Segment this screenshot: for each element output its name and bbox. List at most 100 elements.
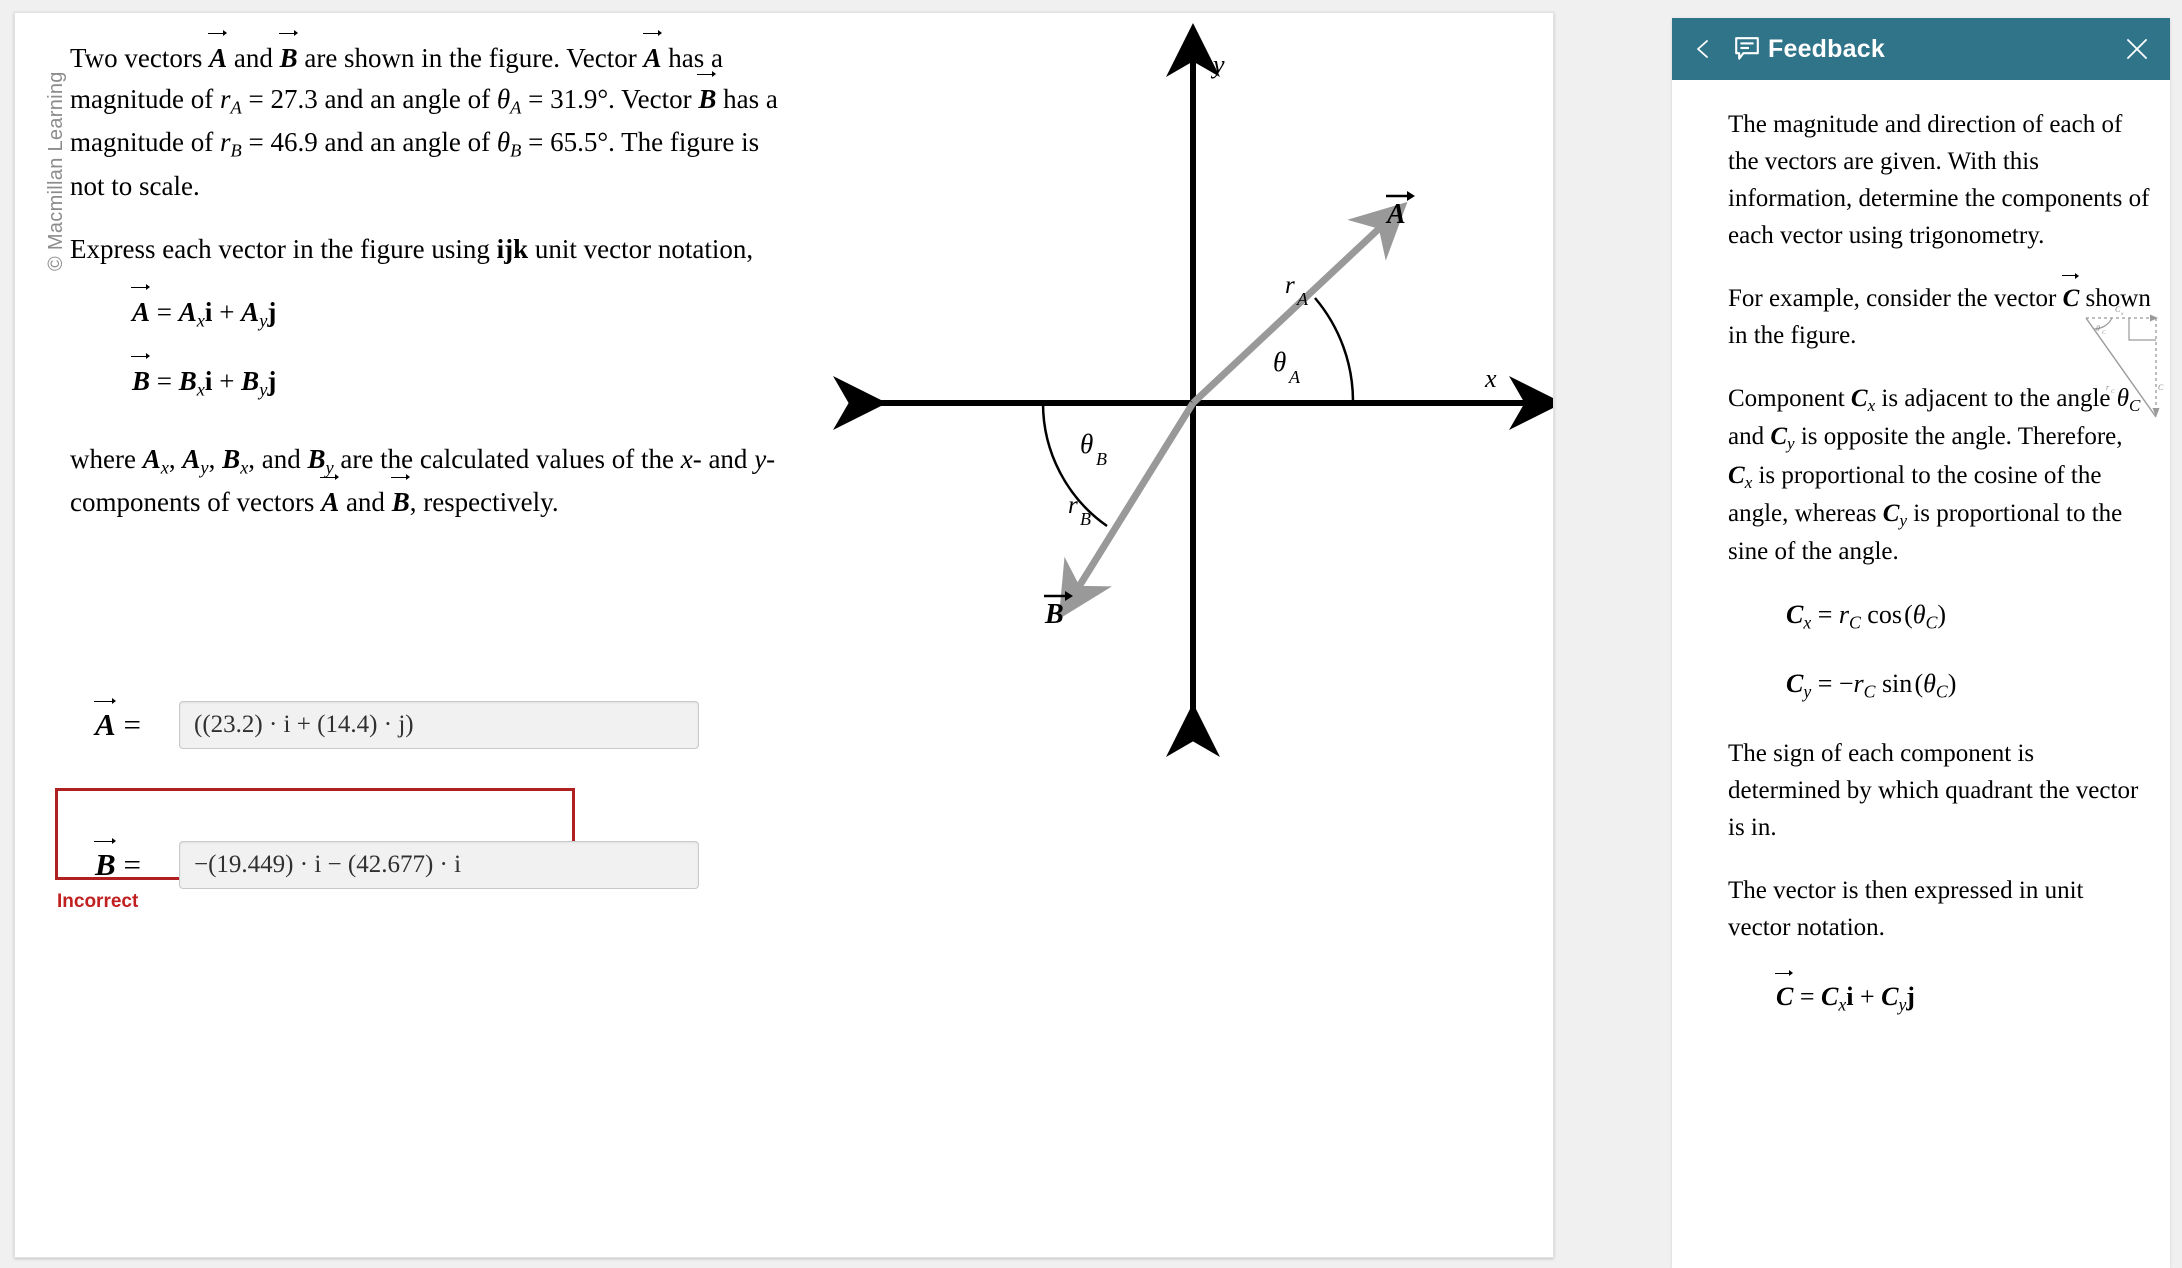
eq-b-bx: B <box>178 366 197 397</box>
equation-vector-c: C = Cxi + Cyj <box>1728 970 2152 1017</box>
vector-b-label-group: B <box>1044 591 1073 630</box>
theta-b-value: 65.5° <box>550 127 609 158</box>
vector-b-symbol: B <box>278 29 298 79</box>
eq-b-by: B <box>241 366 260 397</box>
answer-a-label: A = <box>94 697 141 742</box>
eq-b-vec: B <box>130 353 151 402</box>
eq-a-ax-sub: x <box>196 310 205 331</box>
theta-a-value: 31.9° <box>550 84 609 115</box>
problem-where-clause: where Ax, Ay, Bx, and By are the calcula… <box>70 439 780 523</box>
text-where: where <box>70 443 143 474</box>
feedback-header: Feedback <box>1672 18 2170 80</box>
eq-b-bx-sub: x <box>196 379 205 400</box>
answer-row-a: A = ((23.2) · i + (14.4) · j) <box>94 697 699 749</box>
ijk-bold: ijk <box>496 233 529 264</box>
where-y-axis: y <box>754 443 767 474</box>
eq-a-i: i <box>204 296 213 327</box>
eq-c-vec: C <box>1774 970 1794 1016</box>
svg-text:C: C <box>2102 330 2106 336</box>
r-b-label-group: r B <box>1068 492 1091 529</box>
answer-b-vec: B <box>94 837 116 882</box>
feedback-bubble-icon <box>1734 36 1760 62</box>
where-ay: A <box>182 443 201 474</box>
cy-symbol-1: C <box>1770 423 1788 451</box>
axis-x-label: x <box>1484 364 1497 393</box>
problem-instruction: Express each vector in the figure using … <box>70 229 780 270</box>
svg-text:A: A <box>1288 367 1301 387</box>
feedback-body: © Macmillan Learning The magnitude and d… <box>1672 80 2170 1037</box>
problem-paragraph-1: Two vectors A and B are shown in the fig… <box>70 29 780 207</box>
vector-a-symbol: A <box>208 29 228 79</box>
theta-a-label-group: θ A <box>1273 347 1301 387</box>
eq-sign-2: = <box>521 84 551 115</box>
answer-b-input[interactable]: −(19.449) · i − (42.677) · i <box>179 841 699 889</box>
where-x-axis: x <box>680 443 693 474</box>
answer-row-b: B = −(19.449) · i − (42.677) · i <box>94 837 699 889</box>
feedback-paragraph-1: The magnitude and direction of each of t… <box>1728 111 2150 249</box>
eq-sign-3: = <box>241 127 271 158</box>
chevron-left-icon[interactable] <box>1692 38 1714 60</box>
where-by: B <box>307 443 326 474</box>
feedback-paragraph-4: The sign of each component is determined… <box>1728 739 2139 841</box>
svg-text:x: x <box>2120 311 2124 317</box>
svg-text:C: C <box>2111 389 2115 395</box>
theta-a-subscript: A <box>510 97 522 118</box>
feedback-paragraph-5: The vector is then expressed in unit vec… <box>1728 876 2084 941</box>
r-b-symbol: r <box>219 127 231 158</box>
r-a-symbol: r <box>219 84 231 115</box>
equation-vector-b: B = Bxi + Byj <box>70 353 780 404</box>
equation-cx: Cx = rC cos (θC) <box>1786 600 1947 633</box>
eq-sign-4: = <box>521 127 551 158</box>
svg-text:A: A <box>1296 289 1309 309</box>
text-angle-b: and an angle of <box>317 127 497 158</box>
question-card: © Macmillan Learning Two vectors A and B… <box>14 12 1554 1258</box>
answer-a-input[interactable]: ((23.2) · i + (14.4) · j) <box>179 701 699 749</box>
equation-vector-a: A = Axi + Ayj <box>70 283 780 335</box>
eq-a-ax: A <box>178 296 197 327</box>
watermark-main: © Macmillan Learning <box>45 71 67 271</box>
close-icon[interactable] <box>2124 36 2150 62</box>
theta-a-arc <box>1314 297 1355 404</box>
eq-a-vec: A <box>130 283 151 333</box>
page-root: © Macmillan Learning Two vectors A and B… <box>0 0 2182 1268</box>
page-gutter <box>1554 0 1672 1268</box>
cy-symbol-2: C <box>1882 499 1900 527</box>
text-respectively: , respectively. <box>409 487 559 518</box>
svg-text:A: A <box>1385 199 1406 230</box>
cx-symbol-1: C <box>1850 385 1868 412</box>
text-express: Express each vector in the figure using <box>70 233 497 264</box>
r-b-value: 46.9 <box>270 127 318 158</box>
theta-b-subscript: B <box>510 140 522 161</box>
r-a-label-group: r A <box>1285 272 1309 309</box>
answer-a-vec: A <box>94 697 116 742</box>
text-and-3: and <box>339 487 392 518</box>
r-b-subscript: B <box>230 140 242 161</box>
vector-c-mini-diagram: θ C C x r C C <box>2072 302 2164 430</box>
feedback-title: Feedback <box>1768 34 1885 63</box>
theta-b-symbol: θ <box>496 127 511 158</box>
feedback-panel: Feedback © Macmillan Learning The magnit… <box>1672 18 2170 1268</box>
text-unit-notation: unit vector notation, <box>528 233 754 264</box>
where-ax: A <box>142 443 161 474</box>
eq-a-ay: A <box>241 296 260 327</box>
svg-text:B: B <box>1080 509 1091 529</box>
text-calc-values: are the calculated values of the <box>333 443 681 474</box>
text-and-1: and <box>227 43 280 73</box>
text-and-4: and <box>1728 423 1771 451</box>
svg-text:r: r <box>1068 492 1078 519</box>
svg-text:θ: θ <box>1273 347 1286 377</box>
where-vec-a: A <box>320 474 340 523</box>
svg-text:θ: θ <box>2096 324 2100 333</box>
svg-text:θ: θ <box>1080 429 1093 459</box>
where-bx: B <box>222 443 241 474</box>
svg-text:r: r <box>2106 383 2110 392</box>
vector-a-label-group: A <box>1385 191 1415 230</box>
status-badge-incorrect: Incorrect <box>57 891 139 912</box>
eq-a-j: j <box>267 296 277 327</box>
vector-a-symbol-2: A <box>642 29 662 79</box>
vector-b-symbol-2: B <box>697 70 717 120</box>
eq-b-j: j <box>267 366 277 397</box>
theta-a-symbol: θ <box>496 84 511 115</box>
text-and-2: - and <box>692 443 755 474</box>
svg-text:r: r <box>1285 272 1295 299</box>
